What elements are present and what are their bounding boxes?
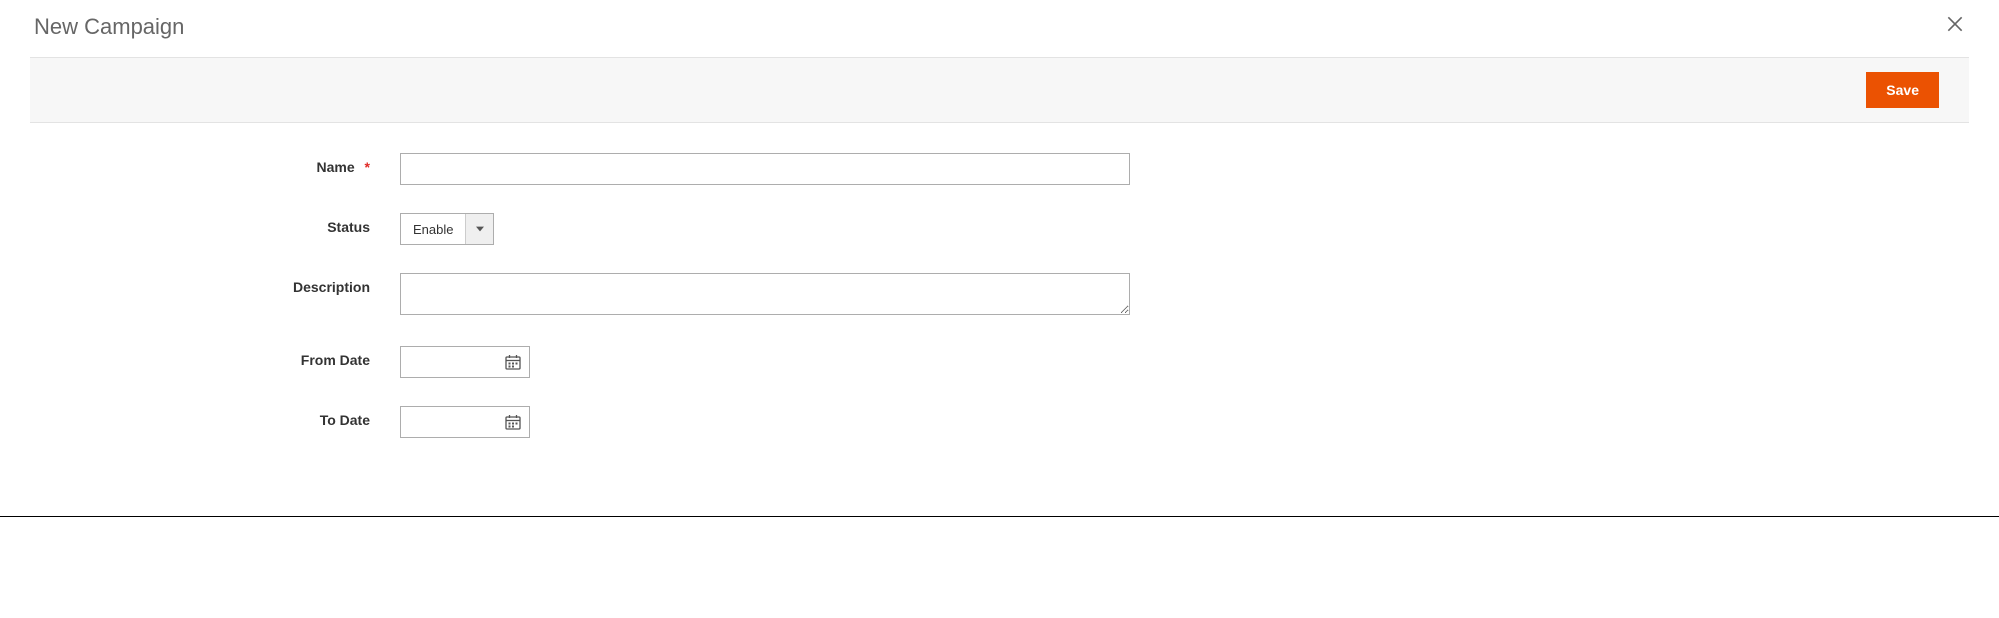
required-mark: * [365, 159, 370, 175]
name-label: Name * [30, 153, 400, 175]
from-date-wrap [400, 346, 530, 378]
chevron-down-icon [476, 225, 484, 233]
to-date-label: To Date [30, 406, 400, 428]
from-date-control-wrap [400, 346, 530, 378]
to-date-control-wrap [400, 406, 530, 438]
status-select-value: Enable [401, 214, 465, 244]
from-date-input[interactable] [401, 347, 497, 377]
form-row-name: Name * [30, 153, 1969, 185]
modal-header: New Campaign [0, 0, 1999, 57]
status-select-arrow [465, 214, 493, 244]
action-bar: Save [30, 57, 1969, 123]
description-input[interactable] [400, 273, 1130, 315]
status-control-wrap: Enable [400, 213, 494, 245]
to-date-input[interactable] [401, 407, 497, 437]
modal-container: New Campaign Save Name * Status Enable [0, 0, 1999, 517]
save-button[interactable]: Save [1866, 72, 1939, 108]
form-row-from-date: From Date [30, 346, 1969, 378]
calendar-icon [505, 414, 521, 430]
to-date-picker-button[interactable] [497, 407, 529, 437]
description-control-wrap [400, 273, 1130, 318]
description-label: Description [30, 273, 400, 295]
form-row-to-date: To Date [30, 406, 1969, 438]
form-row-status: Status Enable [30, 213, 1969, 245]
from-date-label: From Date [30, 346, 400, 368]
status-select[interactable]: Enable [400, 213, 494, 245]
close-icon [1945, 14, 1965, 34]
name-label-text: Name [317, 159, 355, 175]
modal-title: New Campaign [34, 14, 184, 40]
name-control-wrap [400, 153, 1130, 185]
name-input[interactable] [400, 153, 1130, 185]
to-date-wrap [400, 406, 530, 438]
close-button[interactable] [1941, 10, 1969, 43]
from-date-picker-button[interactable] [497, 347, 529, 377]
status-label: Status [30, 213, 400, 235]
form-row-description: Description [30, 273, 1969, 318]
form-body: Name * Status Enable De [0, 123, 1999, 476]
calendar-icon [505, 354, 521, 370]
